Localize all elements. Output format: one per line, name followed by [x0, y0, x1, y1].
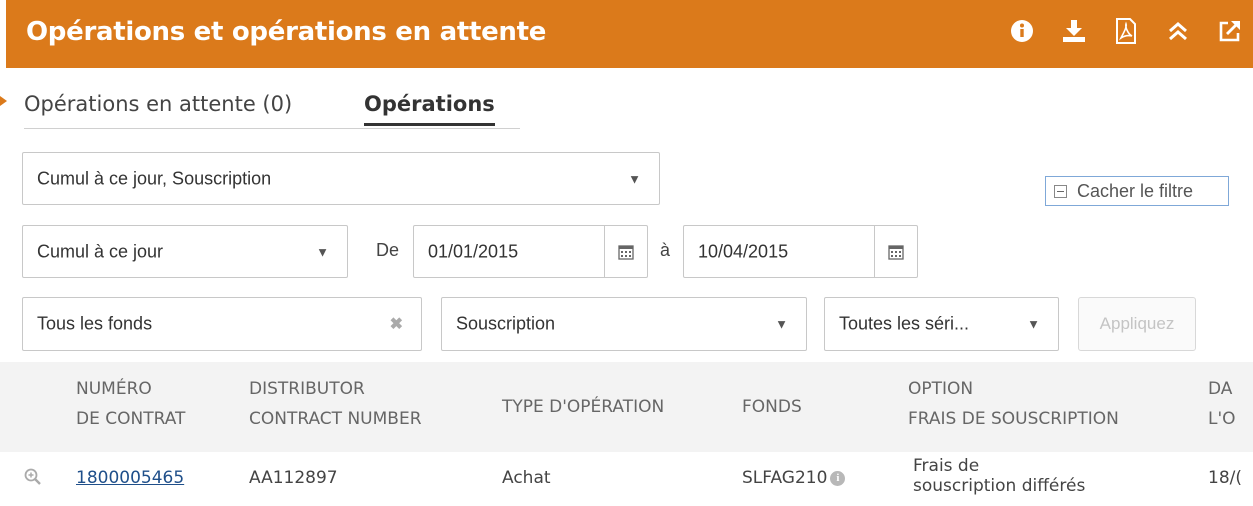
subscription-option-line2: souscription différés	[913, 476, 1086, 496]
info-icon[interactable]	[1009, 18, 1035, 44]
panel-header: Opérations et opérations en attente	[6, 0, 1253, 68]
from-date-value: 01/01/2015	[428, 241, 519, 261]
external-link-icon[interactable]	[1217, 18, 1243, 44]
column-header-subscription-option[interactable]: OPTION FRAIS DE SOUSCRIPTION	[908, 374, 1119, 434]
calendar-icon[interactable]	[874, 226, 917, 277]
period-select-value: Cumul à ce jour	[37, 241, 164, 261]
contract-number-link[interactable]: 1800005465	[76, 468, 184, 488]
chevron-down-icon: ▼	[316, 244, 329, 259]
chevron-down-icon: ▼	[1027, 316, 1040, 332]
from-label: De	[376, 240, 400, 260]
distributor-contract-cell: AA112897	[249, 468, 338, 488]
to-date-value: 10/04/2015	[698, 241, 789, 261]
column-header-distributor-contract[interactable]: DISTRIBUTOR CONTRACT NUMBER	[249, 374, 422, 434]
info-icon[interactable]: i	[830, 470, 846, 486]
table-header: NUMÉRO DE CONTRAT DISTRIBUTOR CONTRACT N…	[0, 362, 1253, 453]
funds-input-value: Tous les fonds	[37, 313, 153, 334]
to-date-field[interactable]: 10/04/2015	[683, 225, 918, 278]
funds-input[interactable]: Tous les fonds ✖	[22, 297, 422, 351]
period-select[interactable]: Cumul à ce jour ▼	[22, 225, 348, 278]
operation-type-select[interactable]: Cumul à ce jour, Souscription ▼	[22, 152, 660, 205]
from-date-field[interactable]: 01/01/2015	[413, 225, 648, 278]
clear-icon[interactable]: ✖	[390, 314, 403, 334]
chevron-down-icon: ▼	[628, 171, 641, 186]
operation-type-select-value: Cumul à ce jour, Souscription	[37, 168, 272, 188]
tab-bar: Opérations en attente (0) Opérations	[24, 88, 520, 129]
subscription-select[interactable]: Souscription ▼	[441, 297, 807, 351]
column-header-date[interactable]: DA L'O	[1208, 374, 1236, 434]
collapse-icon[interactable]	[1165, 18, 1191, 44]
to-label: à	[660, 240, 671, 260]
hide-filter-button[interactable]: Cacher le filtre	[1045, 176, 1229, 206]
download-icon[interactable]	[1061, 18, 1087, 44]
subscription-select-value: Souscription	[456, 313, 556, 334]
panel-title: Opérations et opérations en attente	[26, 17, 547, 47]
pdf-icon[interactable]	[1113, 18, 1139, 44]
column-header-operation-type[interactable]: TYPE D'OPÉRATION	[502, 392, 664, 422]
tab-operations[interactable]: Opérations	[364, 92, 495, 126]
tab-pending-operations[interactable]: Opérations en attente (0)	[24, 92, 292, 116]
minus-box-icon	[1054, 184, 1067, 198]
chevron-down-icon: ▼	[775, 316, 788, 332]
operation-type-cell: Achat	[502, 468, 551, 488]
header-toolbar	[1009, 18, 1243, 44]
fund-cell: SLFAG210 i	[742, 468, 846, 488]
series-select[interactable]: Toutes les séri... ▼	[824, 297, 1059, 351]
subscription-option-cell: Frais de souscription différés	[913, 456, 1085, 496]
fund-cell-value: SLFAG210	[742, 468, 828, 488]
tab-indicator-arrow	[0, 96, 7, 106]
column-header-fund[interactable]: FONDS	[742, 392, 802, 422]
column-header-contract-number[interactable]: NUMÉRO DE CONTRAT	[76, 374, 185, 434]
subscription-option-line1: Frais de	[913, 456, 980, 476]
hide-filter-label: Cacher le filtre	[1077, 180, 1194, 201]
apply-button[interactable]: Appliquez	[1078, 297, 1196, 351]
date-cell: 18/(	[1208, 468, 1242, 488]
table-row: 1800005465 AA112897 Achat SLFAG210 i Frai…	[0, 452, 1253, 506]
calendar-icon[interactable]	[604, 226, 647, 277]
zoom-icon[interactable]	[24, 468, 42, 491]
series-select-value: Toutes les séri...	[839, 313, 970, 334]
